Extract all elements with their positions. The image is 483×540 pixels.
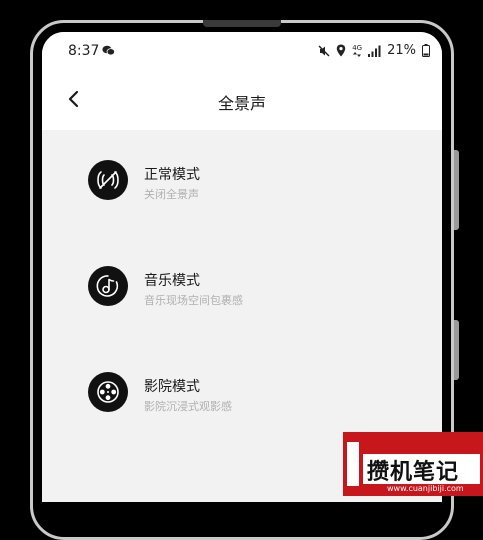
status-icons: 4G 21% bbox=[318, 43, 430, 58]
battery-icon bbox=[422, 44, 430, 57]
status-bar: 8:37 4G 21% bbox=[42, 32, 442, 68]
phone-side-button bbox=[454, 150, 459, 230]
mode-item-cinema[interactable]: 影院模式 影院沉浸式观影感 bbox=[42, 342, 442, 422]
page-header: 全景声 bbox=[42, 68, 442, 130]
mode-item-music[interactable]: 音乐模式 音乐现场空间包裹感 bbox=[42, 236, 442, 316]
network-type: 4G bbox=[352, 43, 363, 52]
film-reel-icon bbox=[88, 372, 128, 412]
surround-off-icon bbox=[88, 160, 128, 200]
mode-title: 影院模式 bbox=[144, 379, 200, 395]
mode-item-normal[interactable]: 正常模式 关闭全景声 bbox=[42, 130, 442, 210]
mode-title: 音乐模式 bbox=[144, 273, 200, 289]
wechat-icon bbox=[102, 45, 115, 56]
mode-subtitle: 关闭全景声 bbox=[144, 188, 199, 201]
status-time: 8:37 bbox=[68, 43, 100, 59]
signal-icon bbox=[368, 45, 381, 57]
network-indicator: 4G bbox=[352, 43, 363, 57]
mode-title: 正常模式 bbox=[144, 167, 200, 183]
page-title: 全景声 bbox=[217, 94, 266, 113]
watermark-logo: 攒机笔记 www.cuanjibiji.com bbox=[343, 432, 483, 496]
location-icon bbox=[337, 44, 346, 57]
phone-speaker bbox=[203, 20, 281, 27]
mode-subtitle: 影院沉浸式观影感 bbox=[144, 400, 232, 413]
mute-icon bbox=[318, 45, 330, 56]
mode-subtitle: 音乐现场空间包裹感 bbox=[144, 294, 243, 307]
phone-side-button-lower bbox=[454, 320, 459, 380]
watermark-url: www.cuanjibiji.com bbox=[387, 484, 464, 493]
music-note-icon bbox=[88, 266, 128, 306]
data-arrows-icon bbox=[353, 51, 362, 57]
watermark-text: 攒机笔记 bbox=[367, 460, 460, 485]
battery-percent: 21% bbox=[387, 43, 416, 58]
